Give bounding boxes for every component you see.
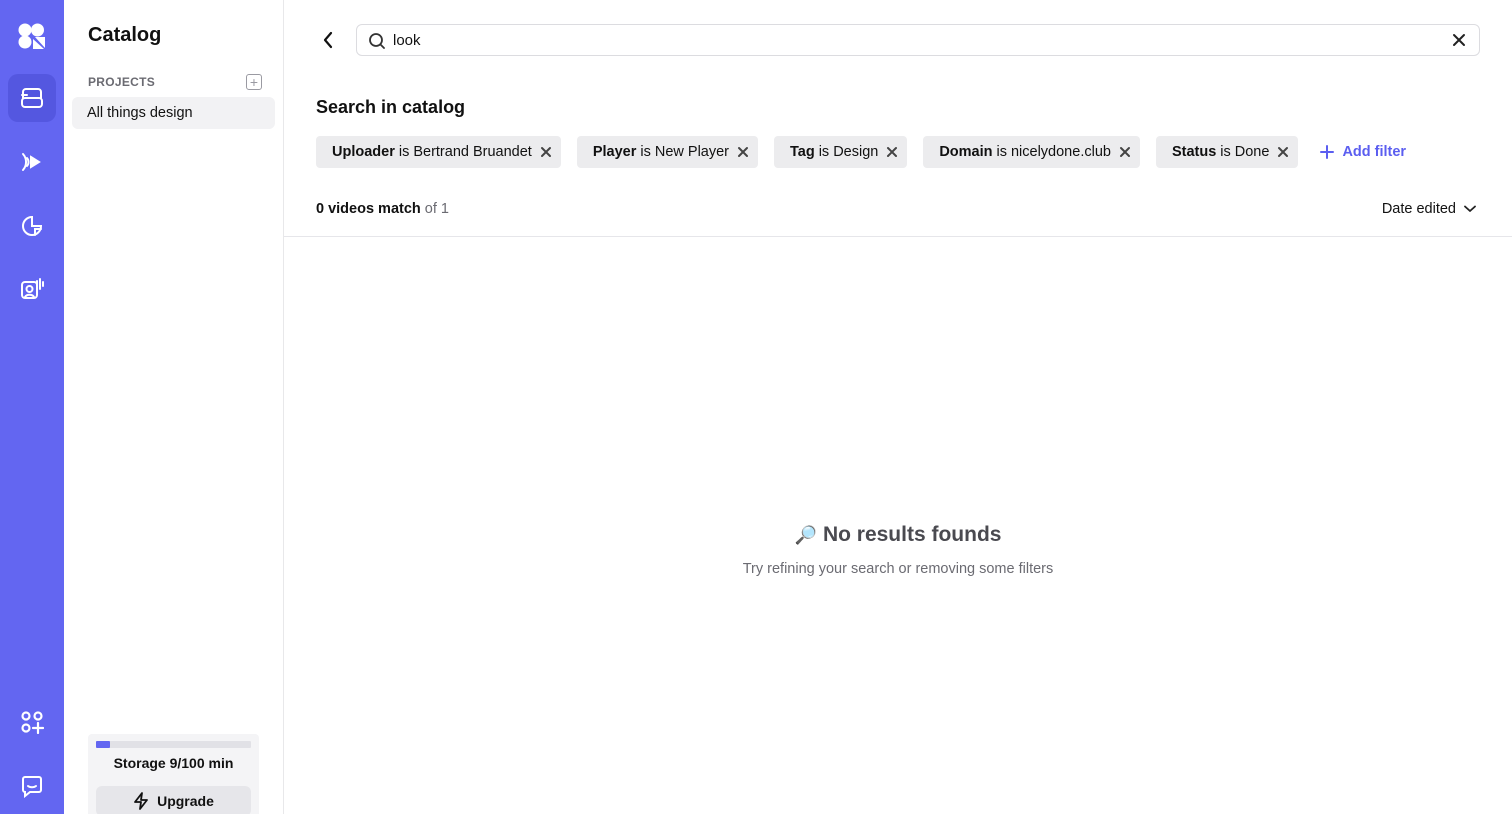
filter-value: nicelydone.club xyxy=(1010,144,1111,160)
project-label: All things design xyxy=(87,105,193,121)
filter-chip-player[interactable]: Player is New Player xyxy=(576,136,758,168)
storage-label: Storage 9/100 min xyxy=(113,755,234,771)
apps-icon[interactable] xyxy=(8,698,56,746)
back-button[interactable] xyxy=(318,30,338,50)
search-input[interactable]: look xyxy=(393,32,421,49)
chevron-down-icon xyxy=(1464,205,1476,212)
filter-value: Design xyxy=(833,144,879,160)
filter-chip-domain[interactable]: Domain is nicelydone.club xyxy=(923,136,1140,168)
remove-filter-icon[interactable] xyxy=(886,146,898,158)
empty-state-description: Try refining your search or removing som… xyxy=(742,561,1054,577)
app-rail xyxy=(0,0,64,814)
magnifier-emoji-icon: 🔎 xyxy=(794,524,817,545)
filter-operator: is xyxy=(996,144,1007,160)
filter-key: Domain xyxy=(939,144,993,160)
logo-icon[interactable] xyxy=(8,12,56,60)
filter-operator: is xyxy=(640,144,651,160)
page-title: Search in catalog xyxy=(316,97,466,117)
search-icon xyxy=(369,33,385,49)
plus-icon xyxy=(1320,145,1335,159)
remove-filter-icon[interactable] xyxy=(540,146,552,158)
results-count-label: 0 videos match xyxy=(316,201,421,217)
remove-filter-icon[interactable] xyxy=(1119,146,1131,158)
filter-key: Uploader xyxy=(332,144,395,160)
live-icon[interactable] xyxy=(8,264,56,312)
upgrade-label: Upgrade xyxy=(157,793,214,809)
filter-value: New Player xyxy=(654,144,729,160)
filter-key: Status xyxy=(1171,144,1217,160)
empty-state-title: 🔎 No results founds xyxy=(795,523,1002,547)
sidebar: Catalog PROJECTS + All things design Sto… xyxy=(64,0,284,814)
sidebar-item-all-things-design[interactable]: All things design xyxy=(72,97,275,129)
filter-value: Bertrand Bruandet xyxy=(413,144,532,160)
add-project-icon[interactable]: + xyxy=(246,74,262,90)
storage-progress-fill xyxy=(96,741,110,748)
filter-key: Player xyxy=(592,144,637,160)
remove-filter-icon[interactable] xyxy=(1277,146,1289,158)
chat-icon[interactable] xyxy=(8,762,56,810)
storage-widget: Storage 9/100 min Upgrade xyxy=(88,734,259,814)
clear-search-icon[interactable] xyxy=(1452,33,1466,47)
projects-section-label: PROJECTS xyxy=(88,75,156,89)
player-icon[interactable] xyxy=(8,138,56,186)
filter-value: Done xyxy=(1234,144,1270,160)
storage-progress-bar xyxy=(96,741,251,748)
add-filter-label: Add filter xyxy=(1342,144,1407,160)
results-total-label: of 1 xyxy=(424,201,449,217)
filter-key: Tag xyxy=(790,144,815,160)
upgrade-button[interactable]: Upgrade xyxy=(96,786,251,814)
remove-filter-icon[interactable] xyxy=(737,146,749,158)
catalog-icon[interactable] xyxy=(8,74,56,122)
filter-operator: is xyxy=(398,144,410,160)
filter-operator: is xyxy=(1220,144,1231,160)
filter-chip-status[interactable]: Status is Done xyxy=(1155,136,1299,168)
divider xyxy=(284,236,1512,237)
empty-state: 🔎 No results founds Try refining your se… xyxy=(284,523,1512,577)
filter-operator: is xyxy=(818,144,830,160)
filter-chip-tag[interactable]: Tag is Design xyxy=(774,136,908,168)
sort-label: Date edited xyxy=(1381,201,1456,217)
search-bar[interactable]: look xyxy=(356,24,1480,56)
filter-chips: Uploader is Bertrand Bruandet Player is … xyxy=(316,136,1406,168)
sidebar-title: Catalog xyxy=(88,24,162,46)
main-content: look Search in catalog Uploader is Bertr… xyxy=(284,0,1512,814)
empty-state-title-text: No results founds xyxy=(822,523,1002,546)
analytics-icon[interactable] xyxy=(8,202,56,250)
filter-chip-uploader[interactable]: Uploader is Bertrand Bruandet xyxy=(316,136,561,168)
add-filter-button[interactable]: Add filter xyxy=(1320,144,1406,160)
sort-dropdown[interactable]: Date edited xyxy=(1382,201,1476,217)
results-count: 0 videos match of 1 xyxy=(316,201,449,217)
chevron-left-icon xyxy=(323,31,333,49)
bolt-icon xyxy=(134,792,148,810)
